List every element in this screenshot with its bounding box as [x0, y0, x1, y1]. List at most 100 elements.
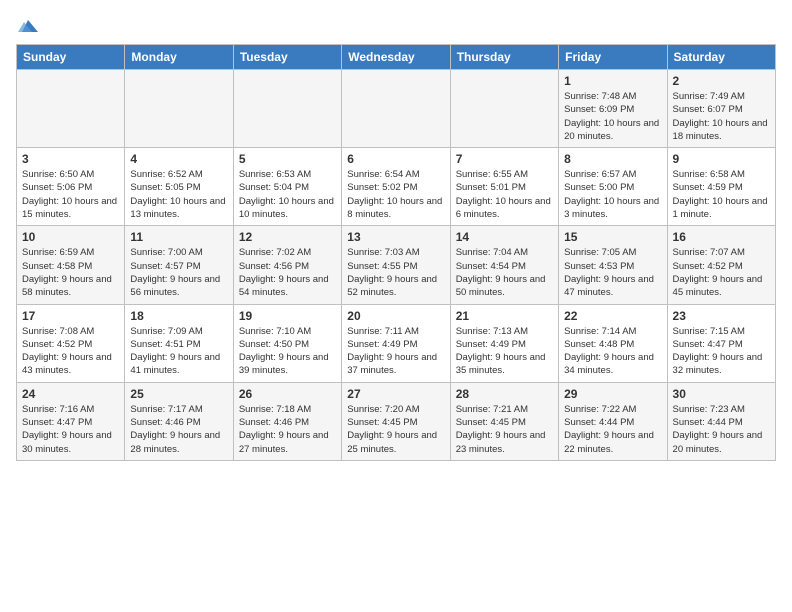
calendar-cell: 27 Sunrise: 7:20 AMSunset: 4:45 PMDayligh…: [342, 382, 450, 460]
logo-icon: [18, 16, 38, 36]
day-number: 2: [673, 74, 770, 88]
calendar-table: SundayMondayTuesdayWednesdayThursdayFrid…: [16, 44, 776, 461]
day-number: 4: [130, 152, 227, 166]
day-info: Sunrise: 6:57 AMSunset: 5:00 PMDaylight:…: [564, 168, 661, 221]
day-number: 1: [564, 74, 661, 88]
day-info: Sunrise: 6:54 AMSunset: 5:02 PMDaylight:…: [347, 168, 444, 221]
day-number: 8: [564, 152, 661, 166]
calendar-week-3: 10 Sunrise: 6:59 AMSunset: 4:58 PMDayligh…: [17, 226, 776, 304]
day-info: Sunrise: 7:14 AMSunset: 4:48 PMDaylight:…: [564, 325, 661, 378]
day-number: 24: [22, 387, 119, 401]
calendar-cell: [342, 70, 450, 148]
calendar-cell: 23Sunrise: 7:15 AMSunset: 4:47 PMDayligh…: [667, 304, 775, 382]
day-info: Sunrise: 6:53 AMSunset: 5:04 PMDaylight:…: [239, 168, 336, 221]
day-info: Sunrise: 7:00 AMSunset: 4:57 PMDaylight:…: [130, 246, 227, 299]
day-header-saturday: Saturday: [667, 45, 775, 70]
day-number: 28: [456, 387, 553, 401]
page-header: [16, 16, 776, 36]
calendar-cell: 11 Sunrise: 7:00 AMSunset: 4:57 PMDayligh…: [125, 226, 233, 304]
calendar-cell: 20 Sunrise: 7:11 AMSunset: 4:49 PMDayligh…: [342, 304, 450, 382]
day-info: Sunrise: 7:18 AMSunset: 4:46 PMDaylight:…: [239, 403, 336, 456]
day-number: 14: [456, 230, 553, 244]
calendar-week-4: 17 Sunrise: 7:08 AMSunset: 4:52 PMDayligh…: [17, 304, 776, 382]
day-info: Sunrise: 7:22 AMSunset: 4:44 PMDaylight:…: [564, 403, 661, 456]
day-number: 23: [673, 309, 770, 323]
day-info: Sunrise: 7:21 AMSunset: 4:45 PMDaylight:…: [456, 403, 553, 456]
logo: [16, 16, 38, 36]
day-info: Sunrise: 7:20 AMSunset: 4:45 PMDaylight:…: [347, 403, 444, 456]
day-header-thursday: Thursday: [450, 45, 558, 70]
day-info: Sunrise: 6:58 AMSunset: 4:59 PMDaylight:…: [673, 168, 770, 221]
calendar-week-2: 3 Sunrise: 6:50 AMSunset: 5:06 PMDaylight…: [17, 148, 776, 226]
day-number: 12: [239, 230, 336, 244]
calendar-cell: 28 Sunrise: 7:21 AMSunset: 4:45 PMDayligh…: [450, 382, 558, 460]
day-number: 17: [22, 309, 119, 323]
calendar-cell: [233, 70, 341, 148]
calendar-cell: 25 Sunrise: 7:17 AMSunset: 4:46 PMDayligh…: [125, 382, 233, 460]
day-number: 27: [347, 387, 444, 401]
calendar-cell: 6 Sunrise: 6:54 AMSunset: 5:02 PMDaylight…: [342, 148, 450, 226]
day-number: 7: [456, 152, 553, 166]
day-info: Sunrise: 7:08 AMSunset: 4:52 PMDaylight:…: [22, 325, 119, 378]
day-info: Sunrise: 7:23 AMSunset: 4:44 PMDaylight:…: [673, 403, 770, 456]
day-info: Sunrise: 6:55 AMSunset: 5:01 PMDaylight:…: [456, 168, 553, 221]
day-info: Sunrise: 7:17 AMSunset: 4:46 PMDaylight:…: [130, 403, 227, 456]
day-info: Sunrise: 7:48 AMSunset: 6:09 PMDaylight:…: [564, 90, 661, 143]
calendar-cell: 1 Sunrise: 7:48 AMSunset: 6:09 PMDaylight…: [559, 70, 667, 148]
calendar-cell: 12 Sunrise: 7:02 AMSunset: 4:56 PMDayligh…: [233, 226, 341, 304]
day-number: 22: [564, 309, 661, 323]
day-number: 9: [673, 152, 770, 166]
calendar-cell: [450, 70, 558, 148]
calendar-cell: 24 Sunrise: 7:16 AMSunset: 4:47 PMDayligh…: [17, 382, 125, 460]
day-header-monday: Monday: [125, 45, 233, 70]
calendar-cell: 13 Sunrise: 7:03 AMSunset: 4:55 PMDayligh…: [342, 226, 450, 304]
day-number: 18: [130, 309, 227, 323]
day-number: 3: [22, 152, 119, 166]
calendar-cell: 9 Sunrise: 6:58 AMSunset: 4:59 PMDaylight…: [667, 148, 775, 226]
calendar-cell: 2Sunrise: 7:49 AMSunset: 6:07 PMDaylight…: [667, 70, 775, 148]
calendar-cell: 15Sunrise: 7:05 AMSunset: 4:53 PMDayligh…: [559, 226, 667, 304]
day-info: Sunrise: 7:02 AMSunset: 4:56 PMDaylight:…: [239, 246, 336, 299]
calendar-cell: 21 Sunrise: 7:13 AMSunset: 4:49 PMDayligh…: [450, 304, 558, 382]
day-info: Sunrise: 7:04 AMSunset: 4:54 PMDaylight:…: [456, 246, 553, 299]
calendar-cell: 17 Sunrise: 7:08 AMSunset: 4:52 PMDayligh…: [17, 304, 125, 382]
day-header-sunday: Sunday: [17, 45, 125, 70]
day-header-tuesday: Tuesday: [233, 45, 341, 70]
calendar-cell: [125, 70, 233, 148]
calendar-cell: 16 Sunrise: 7:07 AMSunset: 4:52 PMDayligh…: [667, 226, 775, 304]
calendar-week-5: 24 Sunrise: 7:16 AMSunset: 4:47 PMDayligh…: [17, 382, 776, 460]
day-info: Sunrise: 7:13 AMSunset: 4:49 PMDaylight:…: [456, 325, 553, 378]
calendar-cell: 7 Sunrise: 6:55 AMSunset: 5:01 PMDaylight…: [450, 148, 558, 226]
day-info: Sunrise: 7:07 AMSunset: 4:52 PMDaylight:…: [673, 246, 770, 299]
day-number: 10: [22, 230, 119, 244]
calendar-cell: 18 Sunrise: 7:09 AMSunset: 4:51 PMDayligh…: [125, 304, 233, 382]
day-number: 13: [347, 230, 444, 244]
day-number: 6: [347, 152, 444, 166]
day-info: Sunrise: 7:03 AMSunset: 4:55 PMDaylight:…: [347, 246, 444, 299]
day-number: 30: [673, 387, 770, 401]
day-number: 26: [239, 387, 336, 401]
day-number: 29: [564, 387, 661, 401]
day-number: 20: [347, 309, 444, 323]
day-number: 16: [673, 230, 770, 244]
day-info: Sunrise: 7:10 AMSunset: 4:50 PMDaylight:…: [239, 325, 336, 378]
day-number: 21: [456, 309, 553, 323]
calendar-cell: 30 Sunrise: 7:23 AMSunset: 4:44 PMDayligh…: [667, 382, 775, 460]
day-header-wednesday: Wednesday: [342, 45, 450, 70]
calendar-cell: [17, 70, 125, 148]
day-info: Sunrise: 6:50 AMSunset: 5:06 PMDaylight:…: [22, 168, 119, 221]
calendar-week-1: 1 Sunrise: 7:48 AMSunset: 6:09 PMDaylight…: [17, 70, 776, 148]
day-number: 5: [239, 152, 336, 166]
day-number: 11: [130, 230, 227, 244]
day-info: Sunrise: 6:59 AMSunset: 4:58 PMDaylight:…: [22, 246, 119, 299]
day-info: Sunrise: 7:09 AMSunset: 4:51 PMDaylight:…: [130, 325, 227, 378]
calendar-header-row: SundayMondayTuesdayWednesdayThursdayFrid…: [17, 45, 776, 70]
calendar-cell: 10 Sunrise: 6:59 AMSunset: 4:58 PMDayligh…: [17, 226, 125, 304]
day-number: 25: [130, 387, 227, 401]
day-info: Sunrise: 7:11 AMSunset: 4:49 PMDaylight:…: [347, 325, 444, 378]
calendar-cell: 22 Sunrise: 7:14 AMSunset: 4:48 PMDayligh…: [559, 304, 667, 382]
calendar-cell: 14 Sunrise: 7:04 AMSunset: 4:54 PMDayligh…: [450, 226, 558, 304]
day-info: Sunrise: 6:52 AMSunset: 5:05 PMDaylight:…: [130, 168, 227, 221]
calendar-cell: 3 Sunrise: 6:50 AMSunset: 5:06 PMDaylight…: [17, 148, 125, 226]
day-info: Sunrise: 7:16 AMSunset: 4:47 PMDaylight:…: [22, 403, 119, 456]
